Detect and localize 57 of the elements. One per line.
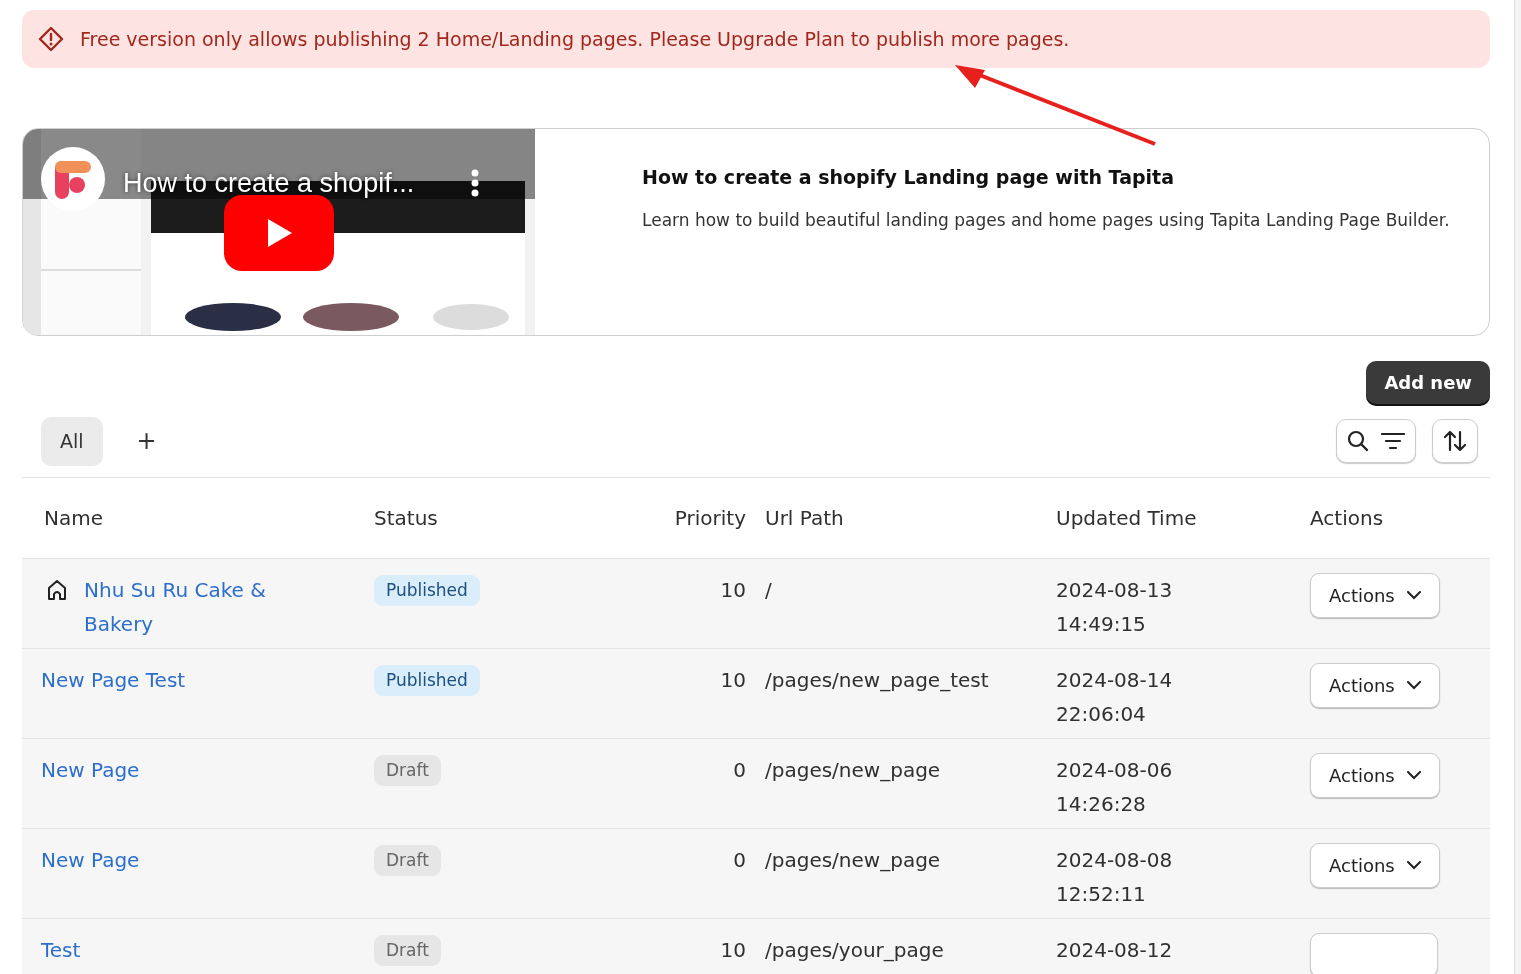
sort-button[interactable] bbox=[1432, 419, 1478, 464]
status-badge: Published bbox=[374, 664, 480, 696]
updated-date: 2024-08-08 bbox=[1056, 846, 1174, 874]
search-filter-button[interactable] bbox=[1336, 419, 1416, 464]
updated-date: 2024-08-06 bbox=[1056, 756, 1174, 784]
updated-time: 14:26:28 bbox=[1056, 790, 1147, 818]
page-name-link[interactable]: New Page Test bbox=[41, 662, 186, 697]
url-path: /pages/new_page bbox=[765, 847, 941, 872]
status-badge: Published bbox=[374, 574, 480, 606]
video-title: How to create a shopif... bbox=[123, 167, 415, 200]
card-title: How to create a shopify Landing page with Tapita bbox=[642, 165, 1175, 190]
chevron-down-icon bbox=[1406, 770, 1421, 780]
chevron-down-icon bbox=[1406, 590, 1421, 600]
page-name-link[interactable]: New Page bbox=[41, 752, 140, 787]
column-header: Actions bbox=[1309, 504, 1385, 532]
column-header: Updated Time bbox=[1055, 504, 1198, 532]
actions-button[interactable]: Actions bbox=[1310, 662, 1440, 708]
actions-button[interactable]: Actions bbox=[1310, 842, 1440, 888]
warning-icon bbox=[38, 26, 64, 52]
url-path: /pages/new_page bbox=[765, 757, 941, 782]
filter-tab[interactable]: All bbox=[41, 417, 103, 466]
priority-value: 10 bbox=[720, 937, 746, 962]
page-name-link[interactable]: Nhu Su Ru Cake & Bakery bbox=[84, 572, 334, 641]
actions-button[interactable]: Actions bbox=[1310, 752, 1440, 798]
url-path: /pages/new_page_test bbox=[765, 667, 989, 692]
updated-date: 2024-08-14 bbox=[1056, 666, 1174, 694]
column-header: Priority bbox=[673, 504, 746, 532]
search-icon bbox=[1347, 430, 1369, 453]
priority-value: 10 bbox=[720, 577, 746, 602]
priority-value: 0 bbox=[733, 757, 746, 782]
chevron-down-icon bbox=[1406, 860, 1421, 870]
updated-date: 2024-08-12 bbox=[1056, 936, 1174, 964]
url-path: / bbox=[765, 577, 772, 602]
card-description: Learn how to build beautiful landing pages and home pages using Tapita Landing Page Builder. bbox=[642, 208, 1450, 232]
alert-text: Free version only allows publishing 2 Home/Landing pages. Please Upgrade Plan to publish more pages. bbox=[80, 26, 1070, 52]
page-name-link[interactable]: New Page bbox=[41, 842, 140, 877]
page-name-link[interactable]: Test bbox=[41, 932, 81, 967]
more-icon[interactable] bbox=[469, 169, 481, 197]
chevron-down-icon bbox=[1406, 680, 1421, 690]
status-badge: Draft bbox=[374, 844, 441, 876]
updated-time: 22:06:04 bbox=[1056, 700, 1147, 728]
column-header: Name bbox=[43, 504, 104, 532]
updated-date: 2024-08-13 bbox=[1056, 576, 1174, 604]
sort-icon bbox=[1443, 430, 1467, 453]
actions-button[interactable]: Actions bbox=[1310, 572, 1440, 618]
status-badge: Draft bbox=[374, 754, 441, 786]
updated-time: 14:49:15 bbox=[1056, 610, 1147, 638]
priority-value: 0 bbox=[733, 847, 746, 872]
add-new-button[interactable]: Add new bbox=[1366, 361, 1490, 404]
url-path: /pages/your_page bbox=[765, 937, 944, 962]
filter-icon bbox=[1381, 432, 1405, 451]
priority-value: 10 bbox=[720, 667, 746, 692]
updated-time: 12:52:11 bbox=[1056, 880, 1147, 908]
add-tab-button[interactable]: + bbox=[126, 419, 167, 464]
column-header: Url Path bbox=[764, 504, 845, 532]
status-badge: Draft bbox=[374, 934, 441, 966]
column-header: Status bbox=[373, 504, 439, 532]
